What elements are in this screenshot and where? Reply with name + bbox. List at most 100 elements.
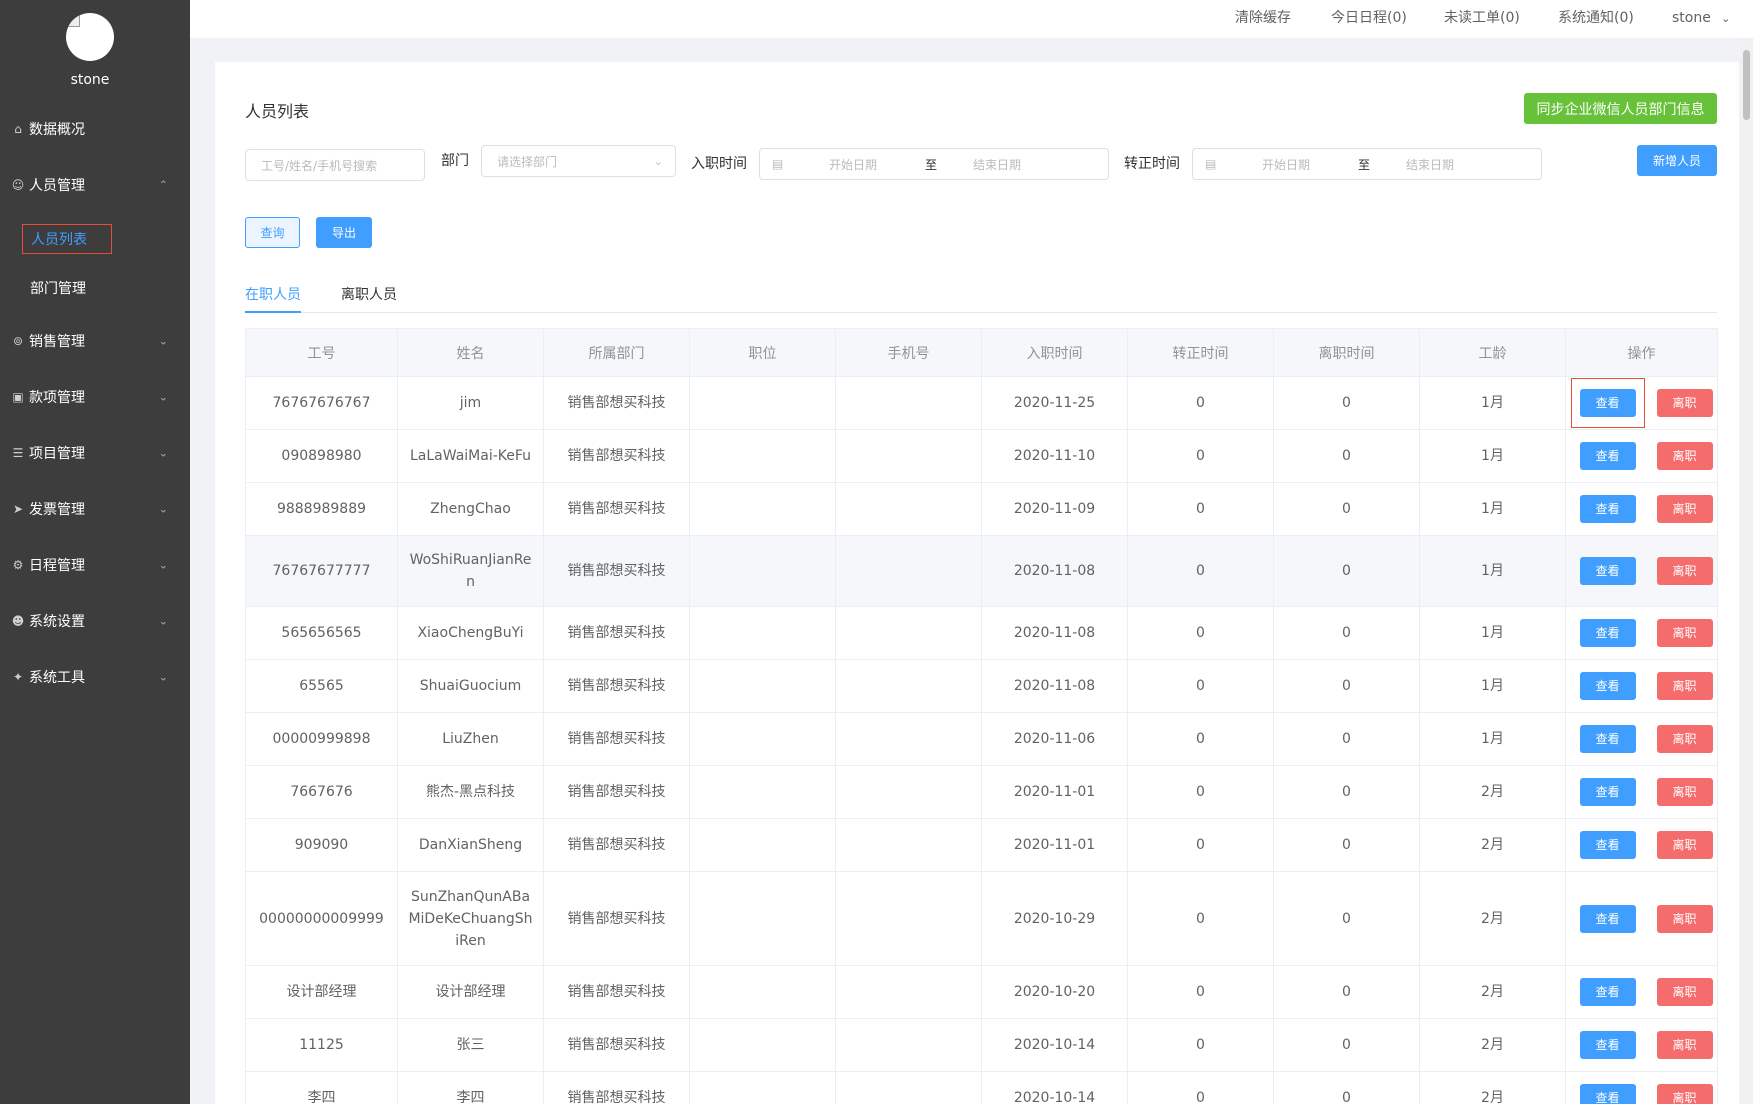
cell-tenure: 1月 (1419, 712, 1566, 766)
cell-id: 76767677777 (245, 535, 398, 607)
unread-tickets-link[interactable]: 未读工单(0) (1444, 0, 1520, 38)
tab-active-staff[interactable]: 在职人员 (245, 284, 301, 304)
view-button[interactable]: 查看 (1579, 495, 1636, 523)
leave-button[interactable]: 离职 (1656, 978, 1713, 1006)
export-button[interactable]: 导出 (316, 217, 372, 248)
cell-leave: 0 (1273, 712, 1420, 766)
menu-item-schedule[interactable]: ⚙ 日程管理 ⌄ (0, 537, 190, 593)
view-button-wrapper: 查看 (1571, 661, 1645, 711)
menu-label: 人员管理 (29, 178, 85, 194)
page-title: 人员列表 (245, 102, 310, 121)
cell-name: 张三 (397, 1018, 544, 1072)
view-button[interactable]: 查看 (1579, 978, 1636, 1006)
submenu-item-dept-manage[interactable]: 部门管理 (22, 273, 94, 303)
user-menu[interactable]: stone ⌄ (1672, 0, 1731, 38)
view-button[interactable]: 查看 (1579, 725, 1636, 753)
menu-item-invoices[interactable]: ➤ 发票管理 ⌄ (0, 481, 190, 537)
query-button[interactable]: 查询 (245, 217, 300, 248)
cell-join: 2020-10-20 (981, 965, 1128, 1019)
menu-item-tools[interactable]: ✦ 系统工具 ⌄ (0, 649, 190, 705)
cell-name: XiaoChengBuYi (397, 606, 544, 660)
view-button[interactable]: 查看 (1579, 442, 1636, 470)
avatar[interactable] (66, 13, 114, 61)
menu-item-dashboard[interactable]: ⌂ 数据概况 (0, 101, 190, 157)
cell-name: ZhengChao (397, 482, 544, 536)
cell-phone (835, 712, 982, 766)
leave-button[interactable]: 离职 (1656, 1084, 1713, 1104)
cell-join: 2020-10-14 (981, 1071, 1128, 1104)
cell-confirm: 0 (1127, 765, 1274, 819)
view-button[interactable]: 查看 (1579, 831, 1636, 859)
search-input[interactable]: 工号/姓名/手机号搜索 (245, 149, 425, 181)
tab-active-indicator (245, 311, 301, 313)
end-date-placeholder: 结束日期 (1406, 157, 1455, 172)
scrollbar[interactable] (1740, 38, 1753, 1104)
menu-item-settings[interactable]: ☻ 系统设置 ⌄ (0, 593, 190, 649)
menu-item-sales[interactable]: ⊚ 销售管理 ⌄ (0, 313, 190, 369)
view-button-wrapper: 查看 (1571, 820, 1645, 870)
view-button[interactable]: 查看 (1579, 904, 1636, 933)
view-button[interactable]: 查看 (1579, 389, 1636, 417)
col-header: 工龄 (1419, 328, 1566, 377)
cell-actions: 查看 离职 (1565, 712, 1718, 766)
cell-join: 2020-11-08 (981, 535, 1128, 607)
chevron-down-icon: ⌄ (158, 390, 168, 404)
list-icon: ☰ (12, 446, 24, 460)
dept-select[interactable]: 请选择部门 ⌄ (481, 145, 676, 177)
col-header: 入职时间 (981, 328, 1128, 377)
leave-button[interactable]: 离职 (1656, 672, 1713, 700)
col-header: 离职时间 (1273, 328, 1420, 377)
leave-button[interactable]: 离职 (1656, 831, 1713, 859)
submenu-item-staff-list[interactable]: 人员列表 (22, 224, 112, 254)
add-staff-button[interactable]: 新增人员 (1637, 145, 1717, 176)
view-button[interactable]: 查看 (1579, 778, 1636, 806)
view-button[interactable]: 查看 (1579, 672, 1636, 700)
leave-button[interactable]: 离职 (1656, 778, 1713, 806)
calendar-icon: ▤ (1205, 157, 1217, 171)
chevron-down-icon: ⌄ (158, 502, 168, 516)
leave-button[interactable]: 离职 (1656, 725, 1713, 753)
menu-item-payments[interactable]: ▣ 款项管理 ⌄ (0, 369, 190, 425)
cell-dept: 销售部想买科技 (543, 712, 690, 766)
tab-left-staff[interactable]: 离职人员 (341, 284, 397, 304)
cell-actions: 查看 离职 (1565, 1018, 1718, 1072)
cell-leave: 0 (1273, 482, 1420, 536)
dept-label: 部门 (441, 153, 469, 169)
leave-button[interactable]: 离职 (1656, 904, 1713, 933)
scrollbar-thumb[interactable] (1743, 50, 1750, 120)
cell-tenure: 1月 (1419, 535, 1566, 607)
leave-button[interactable]: 离职 (1656, 389, 1713, 417)
menu-item-staff[interactable]: ☺ 人员管理 ⌃ (0, 157, 190, 213)
sync-wechat-button[interactable]: 同步企业微信人员部门信息 (1524, 93, 1717, 124)
view-button[interactable]: 查看 (1579, 619, 1636, 647)
view-button[interactable]: 查看 (1579, 1084, 1636, 1104)
view-button-wrapper: 查看 (1571, 767, 1645, 817)
cell-confirm: 0 (1127, 712, 1274, 766)
leave-button[interactable]: 离职 (1656, 442, 1713, 470)
notifications-link[interactable]: 系统通知(0) (1558, 0, 1634, 38)
col-header: 职位 (689, 328, 836, 377)
cell-tenure: 1月 (1419, 659, 1566, 713)
cell-name: 李四 (397, 1071, 544, 1104)
leave-button[interactable]: 离职 (1656, 495, 1713, 523)
leave-button[interactable]: 离职 (1656, 619, 1713, 647)
cell-leave: 0 (1273, 429, 1420, 483)
menu-label: 系统设置 (29, 614, 85, 630)
col-header: 转正时间 (1127, 328, 1274, 377)
confirm-date-range[interactable]: ▤ 开始日期 至 结束日期 (1192, 148, 1542, 180)
view-button[interactable]: 查看 (1579, 557, 1636, 585)
cell-tenure: 2月 (1419, 765, 1566, 819)
col-header: 姓名 (397, 328, 544, 377)
leave-button[interactable]: 离职 (1656, 557, 1713, 585)
cell-tenure: 1月 (1419, 376, 1566, 430)
menu-item-projects[interactable]: ☰ 项目管理 ⌄ (0, 425, 190, 481)
leave-button[interactable]: 离职 (1656, 1031, 1713, 1059)
cell-tenure: 2月 (1419, 1071, 1566, 1104)
join-date-range[interactable]: ▤ 开始日期 至 结束日期 (759, 148, 1109, 180)
chevron-down-icon: ⌄ (158, 334, 168, 348)
today-schedule-link[interactable]: 今日日程(0) (1331, 0, 1407, 38)
sidebar: stone ⌂ 数据概况 ☺ 人员管理 ⌃ 人员列表 部门管理 ⊚ 销售管理 ⌄… (0, 0, 190, 1104)
clear-cache-link[interactable]: 清除缓存 (1235, 0, 1291, 38)
view-button[interactable]: 查看 (1579, 1031, 1636, 1059)
cell-actions: 查看 离职 (1565, 429, 1718, 483)
